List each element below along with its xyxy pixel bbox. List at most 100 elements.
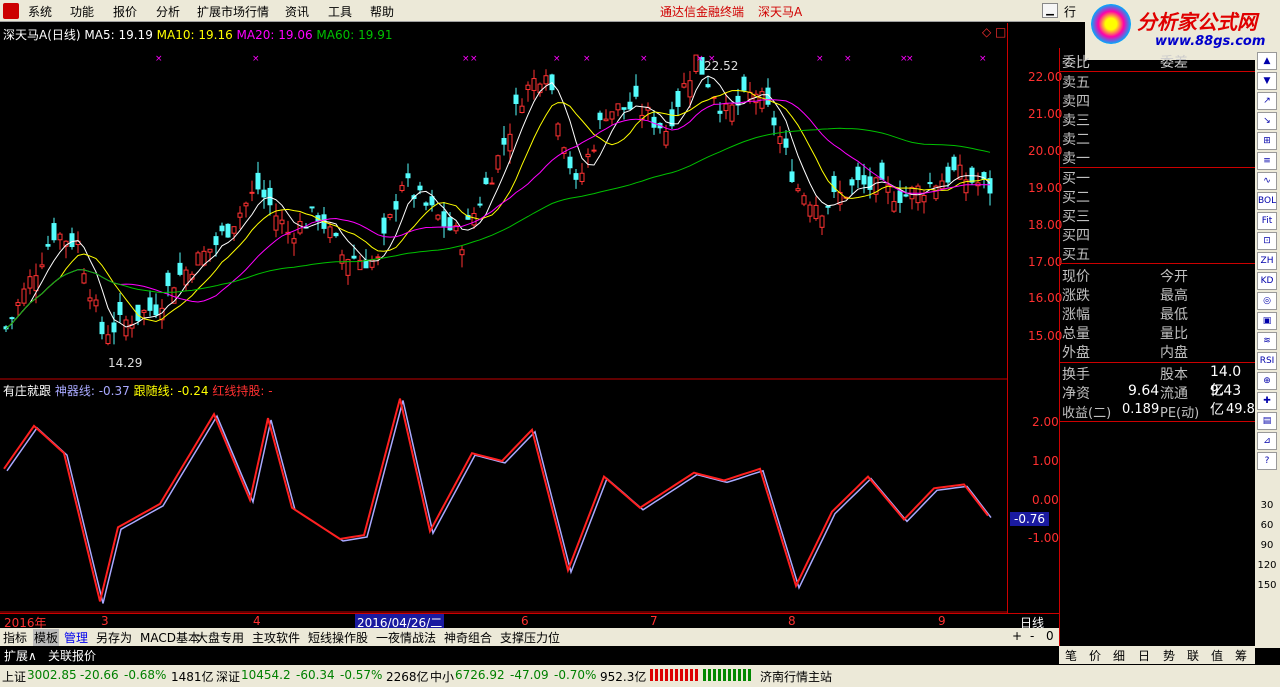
tab-value[interactable]: 值: [1211, 647, 1223, 664]
tool-icon[interactable]: ▣: [1257, 312, 1277, 330]
candle-body: [441, 211, 447, 227]
square-icon[interactable]: □: [995, 25, 1006, 39]
tool-icon[interactable]: ⊿: [1257, 432, 1277, 450]
tool-icon[interactable]: RSI: [1257, 352, 1277, 370]
chart-area[interactable]: × × × × × × × × × × × × × × 深天马A(日线) MA5: 19.19 MA10:…: [0, 23, 1007, 613]
candle-body: [177, 262, 183, 275]
fund-label: 净资: [1062, 386, 1090, 402]
tab-template[interactable]: 模板: [33, 629, 60, 646]
candle-body: [741, 76, 747, 91]
tool-icon[interactable]: ◎: [1257, 292, 1277, 310]
time-axis: 2016年 3 4 2016/04/26/二 6 7 8 9 日线: [0, 613, 1059, 631]
tab-indicator[interactable]: 指标: [3, 629, 27, 646]
tool-icon[interactable]: BOL: [1257, 192, 1277, 210]
scale-icon[interactable]: 30: [1257, 498, 1277, 516]
tab-manage[interactable]: 管理: [64, 629, 88, 646]
tab-linked[interactable]: 联: [1187, 647, 1199, 664]
candle-body: [165, 272, 171, 287]
tool-icon[interactable]: ∿: [1257, 172, 1277, 190]
tab-trend[interactable]: 势: [1163, 647, 1175, 664]
tab-tick[interactable]: 笔: [1065, 647, 1077, 664]
tool-icon[interactable]: ⊞: [1257, 132, 1277, 150]
stat-label: 涨幅: [1062, 307, 1090, 323]
candle-body: [675, 90, 681, 107]
scale-icon[interactable]: 60: [1257, 518, 1277, 536]
tab-macd[interactable]: MACD基本: [140, 629, 200, 646]
candle-body: [231, 226, 237, 234]
tool-icon[interactable]: ⊕: [1257, 372, 1277, 390]
stock-name: 深天马A: [3, 28, 48, 42]
tool-icon-column: ▲ ▼ ↗ ↘ ⊞ ≡ ∿ BOL Fit ⊡ ZH KD ◎ ▣ ≋ RSI ⊕ ✚ ▤ ⊿? 30 60 90 120 15…: [1255, 48, 1280, 648]
tab-day[interactable]: 日: [1138, 647, 1150, 664]
tab-extend[interactable]: 扩展∧: [4, 647, 37, 664]
reset-button[interactable]: 0: [1046, 629, 1054, 643]
tool-icon[interactable]: ↗: [1257, 92, 1277, 110]
tool-icon[interactable]: ≡: [1257, 152, 1277, 170]
tool-icon[interactable]: ↘: [1257, 112, 1277, 130]
tool-icon[interactable]: ▲: [1257, 52, 1277, 70]
candle-body: [543, 75, 549, 85]
stat-label: 涨跌: [1062, 288, 1090, 304]
candle-body: [807, 204, 813, 217]
indicator-tick: -1.00: [1028, 531, 1060, 545]
menu-analysis[interactable]: 分析: [156, 3, 180, 20]
candle-body: [39, 264, 45, 268]
menu-extended-market[interactable]: 扩展市场行情: [197, 3, 269, 20]
tab-save-as[interactable]: 另存为: [96, 629, 132, 646]
tool-icon[interactable]: ▤: [1257, 412, 1277, 430]
tool-icon[interactable]: ✚: [1257, 392, 1277, 410]
tool-icon[interactable]: Fit: [1257, 212, 1277, 230]
tab-price[interactable]: 价: [1089, 647, 1101, 664]
tool-icon[interactable]: ?: [1257, 452, 1277, 470]
price-axis: 22.00 21.00 20.00 19.00 18.00 17.00 16.0…: [1007, 23, 1063, 613]
time-tick: 6: [521, 614, 529, 628]
menu-news[interactable]: 资讯: [285, 3, 309, 20]
price-tick: 20.00: [1028, 144, 1063, 158]
tool-icon[interactable]: ZH: [1257, 252, 1277, 270]
candle-body: [567, 156, 573, 169]
tool-icon[interactable]: ▼: [1257, 72, 1277, 90]
menu-system[interactable]: 系统: [28, 3, 52, 20]
brand-title: 分析家公式网: [1137, 10, 1257, 34]
scale-icon[interactable]: 120: [1257, 558, 1277, 576]
status-bar: 上证 3002.85 -20.66 -0.68% 1481亿 深证 10454.…: [0, 665, 1280, 687]
zoom-out-button[interactable]: -: [1030, 629, 1034, 643]
tab-support-resistance[interactable]: 支撑压力位: [500, 629, 560, 646]
tab-market[interactable]: 大盘专用: [196, 629, 244, 646]
stock-title: 深天马A: [758, 5, 803, 19]
fund-label: 收益(二): [1062, 406, 1112, 421]
tab-short-term[interactable]: 短线操作股: [308, 629, 368, 646]
menu-function[interactable]: 功能: [70, 3, 94, 20]
tool-icon[interactable]: KD: [1257, 272, 1277, 290]
tab-main-attack[interactable]: 主攻软件: [252, 629, 300, 646]
tab-related-quote[interactable]: 关联报价: [48, 647, 96, 664]
tab-chips[interactable]: 筹: [1235, 647, 1247, 664]
tab-overnight[interactable]: 一夜情战法: [376, 629, 436, 646]
brand-url: www.88gs.com: [1155, 34, 1266, 49]
candle-body: [633, 85, 639, 97]
market-tab[interactable]: 行: [1060, 0, 1086, 22]
tab-magic-combo[interactable]: 神奇组合: [444, 629, 492, 646]
tab-detail[interactable]: 细: [1113, 647, 1125, 664]
candle-body: [579, 172, 585, 183]
candle-body: [603, 118, 609, 122]
candle-body: [207, 248, 213, 253]
zoom-in-button[interactable]: +: [1012, 629, 1022, 643]
menu-help[interactable]: 帮助: [370, 3, 394, 20]
diamond-icon[interactable]: ◇: [982, 25, 991, 39]
tool-icon[interactable]: ⊡: [1257, 232, 1277, 250]
stat-label: 内盘: [1160, 345, 1188, 361]
menu-quote[interactable]: 报价: [113, 3, 137, 20]
scale-icon[interactable]: 150: [1257, 578, 1277, 596]
minimize-button[interactable]: ▁: [1042, 3, 1058, 18]
candle-body: [897, 190, 903, 203]
tool-icon[interactable]: ≋: [1257, 332, 1277, 350]
menu-tools[interactable]: 工具: [328, 3, 352, 20]
price-tick: 16.00: [1028, 291, 1063, 305]
quote-tab-bar: 笔 价 细 日 势 联 值 筹: [1059, 646, 1255, 664]
fund-label: PE(动): [1160, 406, 1200, 421]
time-tick: 9: [938, 614, 946, 628]
scale-icon[interactable]: 90: [1257, 538, 1277, 556]
candle-body: [9, 317, 15, 320]
candle-body: [123, 319, 129, 337]
